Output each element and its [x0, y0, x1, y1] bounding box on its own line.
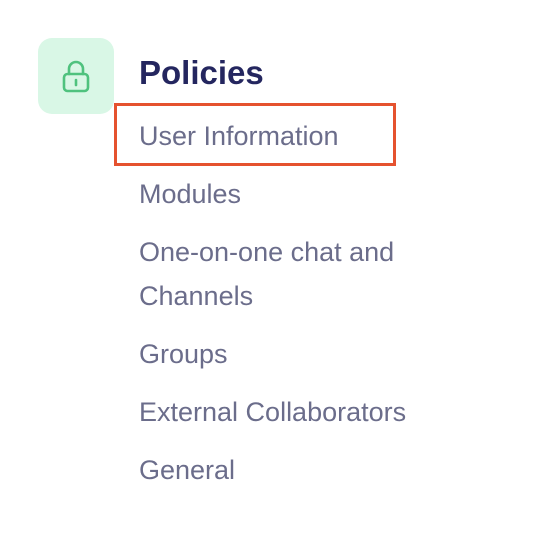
menu-item-external-collaborators[interactable]: External Collaborators [139, 390, 499, 434]
policies-menu: User Information Modules One-on-one chat… [139, 114, 499, 506]
menu-item-groups[interactable]: Groups [139, 332, 499, 376]
menu-item-one-on-one-chat-and-channels[interactable]: One-on-one chat and Channels [139, 230, 439, 318]
menu-item-modules[interactable]: Modules [139, 172, 499, 216]
policies-icon-tile [38, 38, 114, 114]
policies-title: Policies [139, 54, 264, 91]
lock-icon [62, 60, 90, 93]
menu-item-general[interactable]: General [139, 448, 499, 492]
menu-item-user-information[interactable]: User Information [139, 114, 499, 158]
